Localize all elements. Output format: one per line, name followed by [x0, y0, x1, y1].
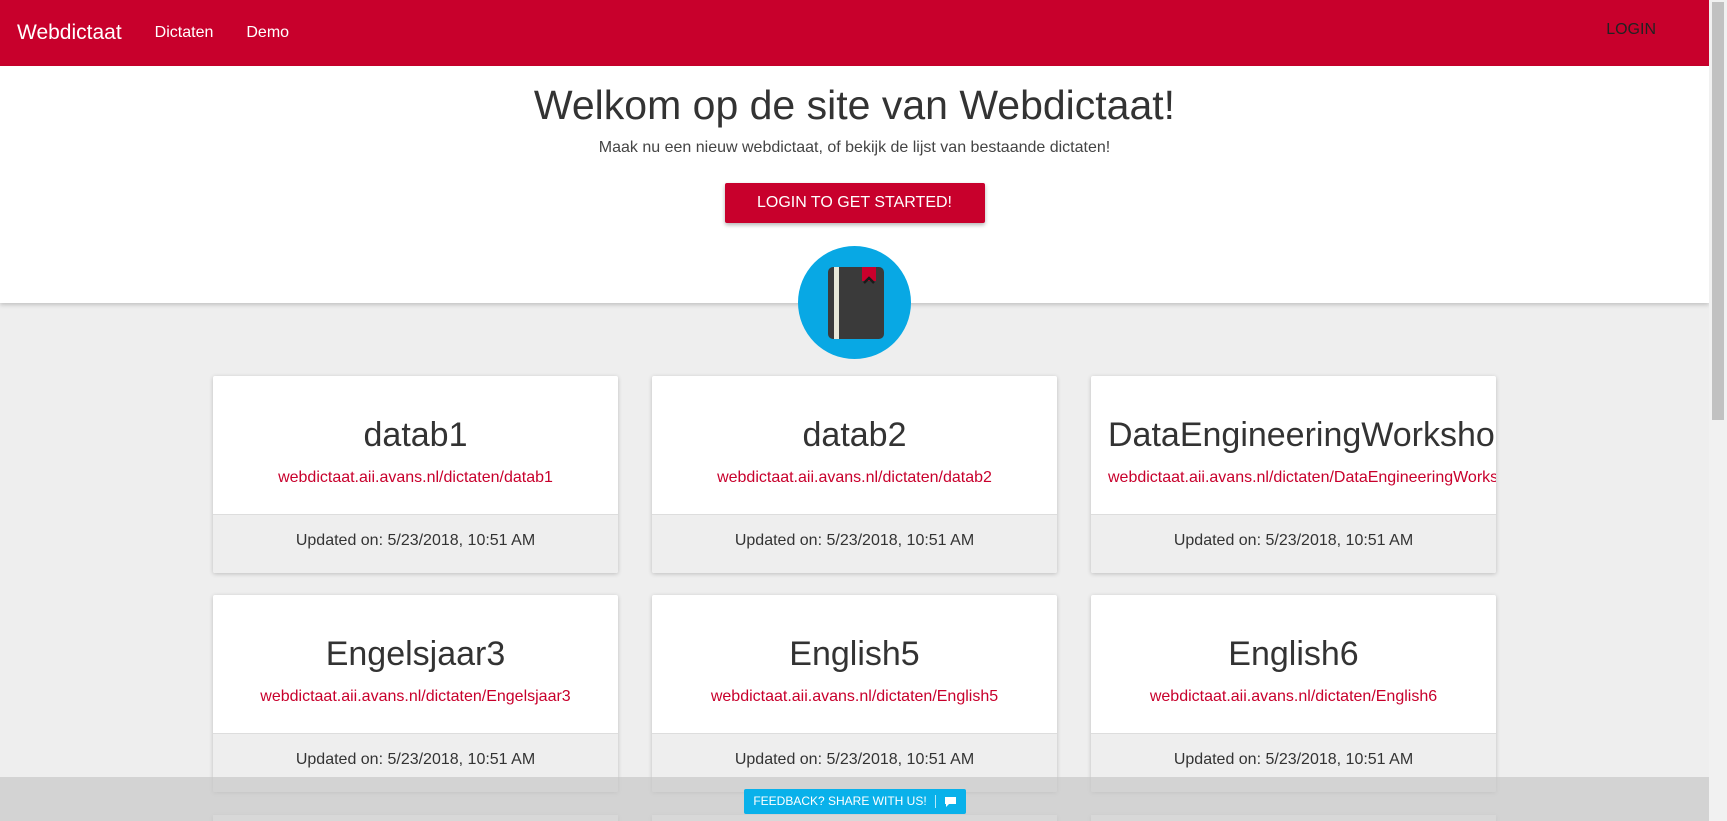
card-updated: Updated on: 5/23/2018, 10:51 AM	[652, 514, 1057, 573]
card-header: datab2 webdictaat.aii.avans.nl/dictaten/…	[652, 376, 1057, 514]
card-header: English5 webdictaat.aii.avans.nl/dictate…	[652, 595, 1057, 733]
dictaat-card[interactable]: Engelsjaar3 webdictaat.aii.avans.nl/dict…	[213, 595, 618, 792]
chat-icon	[944, 796, 956, 807]
card-updated: Updated on: 5/23/2018, 10:51 AM	[1091, 514, 1496, 573]
dictaat-card[interactable]: datab1 webdictaat.aii.avans.nl/dictaten/…	[213, 376, 618, 573]
card-title: datab1	[363, 416, 468, 454]
card-title: datab2	[802, 416, 907, 454]
card-updated: Updated on: 5/23/2018, 10:51 AM	[213, 514, 618, 573]
vertical-scrollbar[interactable]	[1709, 0, 1727, 821]
card-link[interactable]: webdictaat.aii.avans.nl/dictaten/datab1	[213, 469, 618, 487]
card-title: Engelsjaar3	[325, 635, 506, 673]
login-link[interactable]: LOGIN	[1606, 21, 1656, 39]
card-link[interactable]: webdictaat.aii.avans.nl/dictaten/English…	[1091, 688, 1496, 706]
scrollbar-thumb[interactable]	[1712, 2, 1724, 420]
page-subtitle: Maak nu een nieuw webdictaat, of bekijk …	[598, 139, 1111, 156]
card-header: Engelsjaar3 webdictaat.aii.avans.nl/dict…	[213, 595, 618, 733]
notebook-icon	[827, 266, 884, 339]
dictaten-grid: datab1 webdictaat.aii.avans.nl/dictaten/…	[213, 376, 1496, 792]
feedback-button[interactable]: FEEDBACK? SHARE WITH US!	[744, 789, 966, 814]
card-title: DataEngineeringWorkshop	[1108, 416, 1496, 454]
login-to-get-started-button[interactable]: LOGIN TO GET STARTED!	[724, 183, 985, 223]
card-header: datab1 webdictaat.aii.avans.nl/dictaten/…	[213, 376, 618, 514]
card-link[interactable]: webdictaat.aii.avans.nl/dictaten/Engelsj…	[213, 688, 618, 706]
card-link[interactable]: webdictaat.aii.avans.nl/dictaten/DataEng…	[1108, 469, 1496, 487]
brand-link[interactable]: Webdictaat	[17, 21, 122, 45]
nav-dictaten-link[interactable]: Dictaten	[155, 24, 214, 42]
dictaat-card[interactable]: English5 webdictaat.aii.avans.nl/dictate…	[652, 595, 1057, 792]
card-link[interactable]: webdictaat.aii.avans.nl/dictaten/English…	[652, 688, 1057, 706]
feedback-label: FEEDBACK? SHARE WITH US!	[753, 794, 927, 808]
dictaat-card[interactable]: English6 webdictaat.aii.avans.nl/dictate…	[1091, 595, 1496, 792]
page-title: Welkom op de site van Webdictaat!	[533, 82, 1176, 128]
top-navbar: Webdictaat Dictaten Demo LOGIN	[0, 0, 1709, 66]
dictaat-card[interactable]: DataEngineeringWorkshop webdictaat.aii.a…	[1091, 376, 1496, 573]
logo-badge	[798, 246, 911, 359]
card-link[interactable]: webdictaat.aii.avans.nl/dictaten/datab2	[652, 469, 1057, 487]
card-header: DataEngineeringWorkshop webdictaat.aii.a…	[1091, 376, 1496, 514]
card-title: English6	[1228, 635, 1359, 673]
nav-demo-link[interactable]: Demo	[246, 24, 289, 42]
card-header: English6 webdictaat.aii.avans.nl/dictate…	[1091, 595, 1496, 733]
card-title: English5	[789, 635, 920, 673]
dictaat-card[interactable]: datab2 webdictaat.aii.avans.nl/dictaten/…	[652, 376, 1057, 573]
